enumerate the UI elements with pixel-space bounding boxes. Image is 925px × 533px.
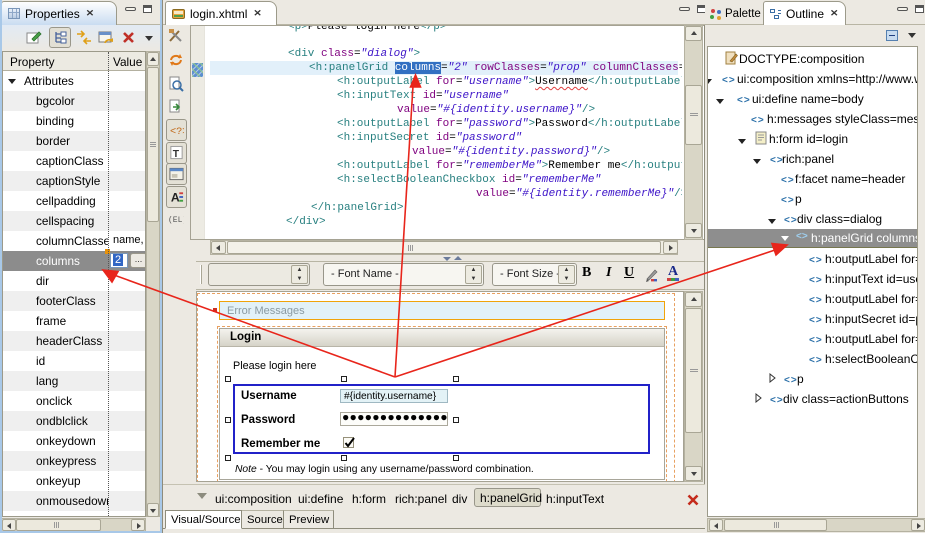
- svg-text:(EL): (EL): [168, 216, 184, 225]
- svg-text:T: T: [173, 149, 180, 160]
- svg-text:A: A: [171, 191, 180, 205]
- svg-text:<?>: <?>: [170, 126, 184, 138]
